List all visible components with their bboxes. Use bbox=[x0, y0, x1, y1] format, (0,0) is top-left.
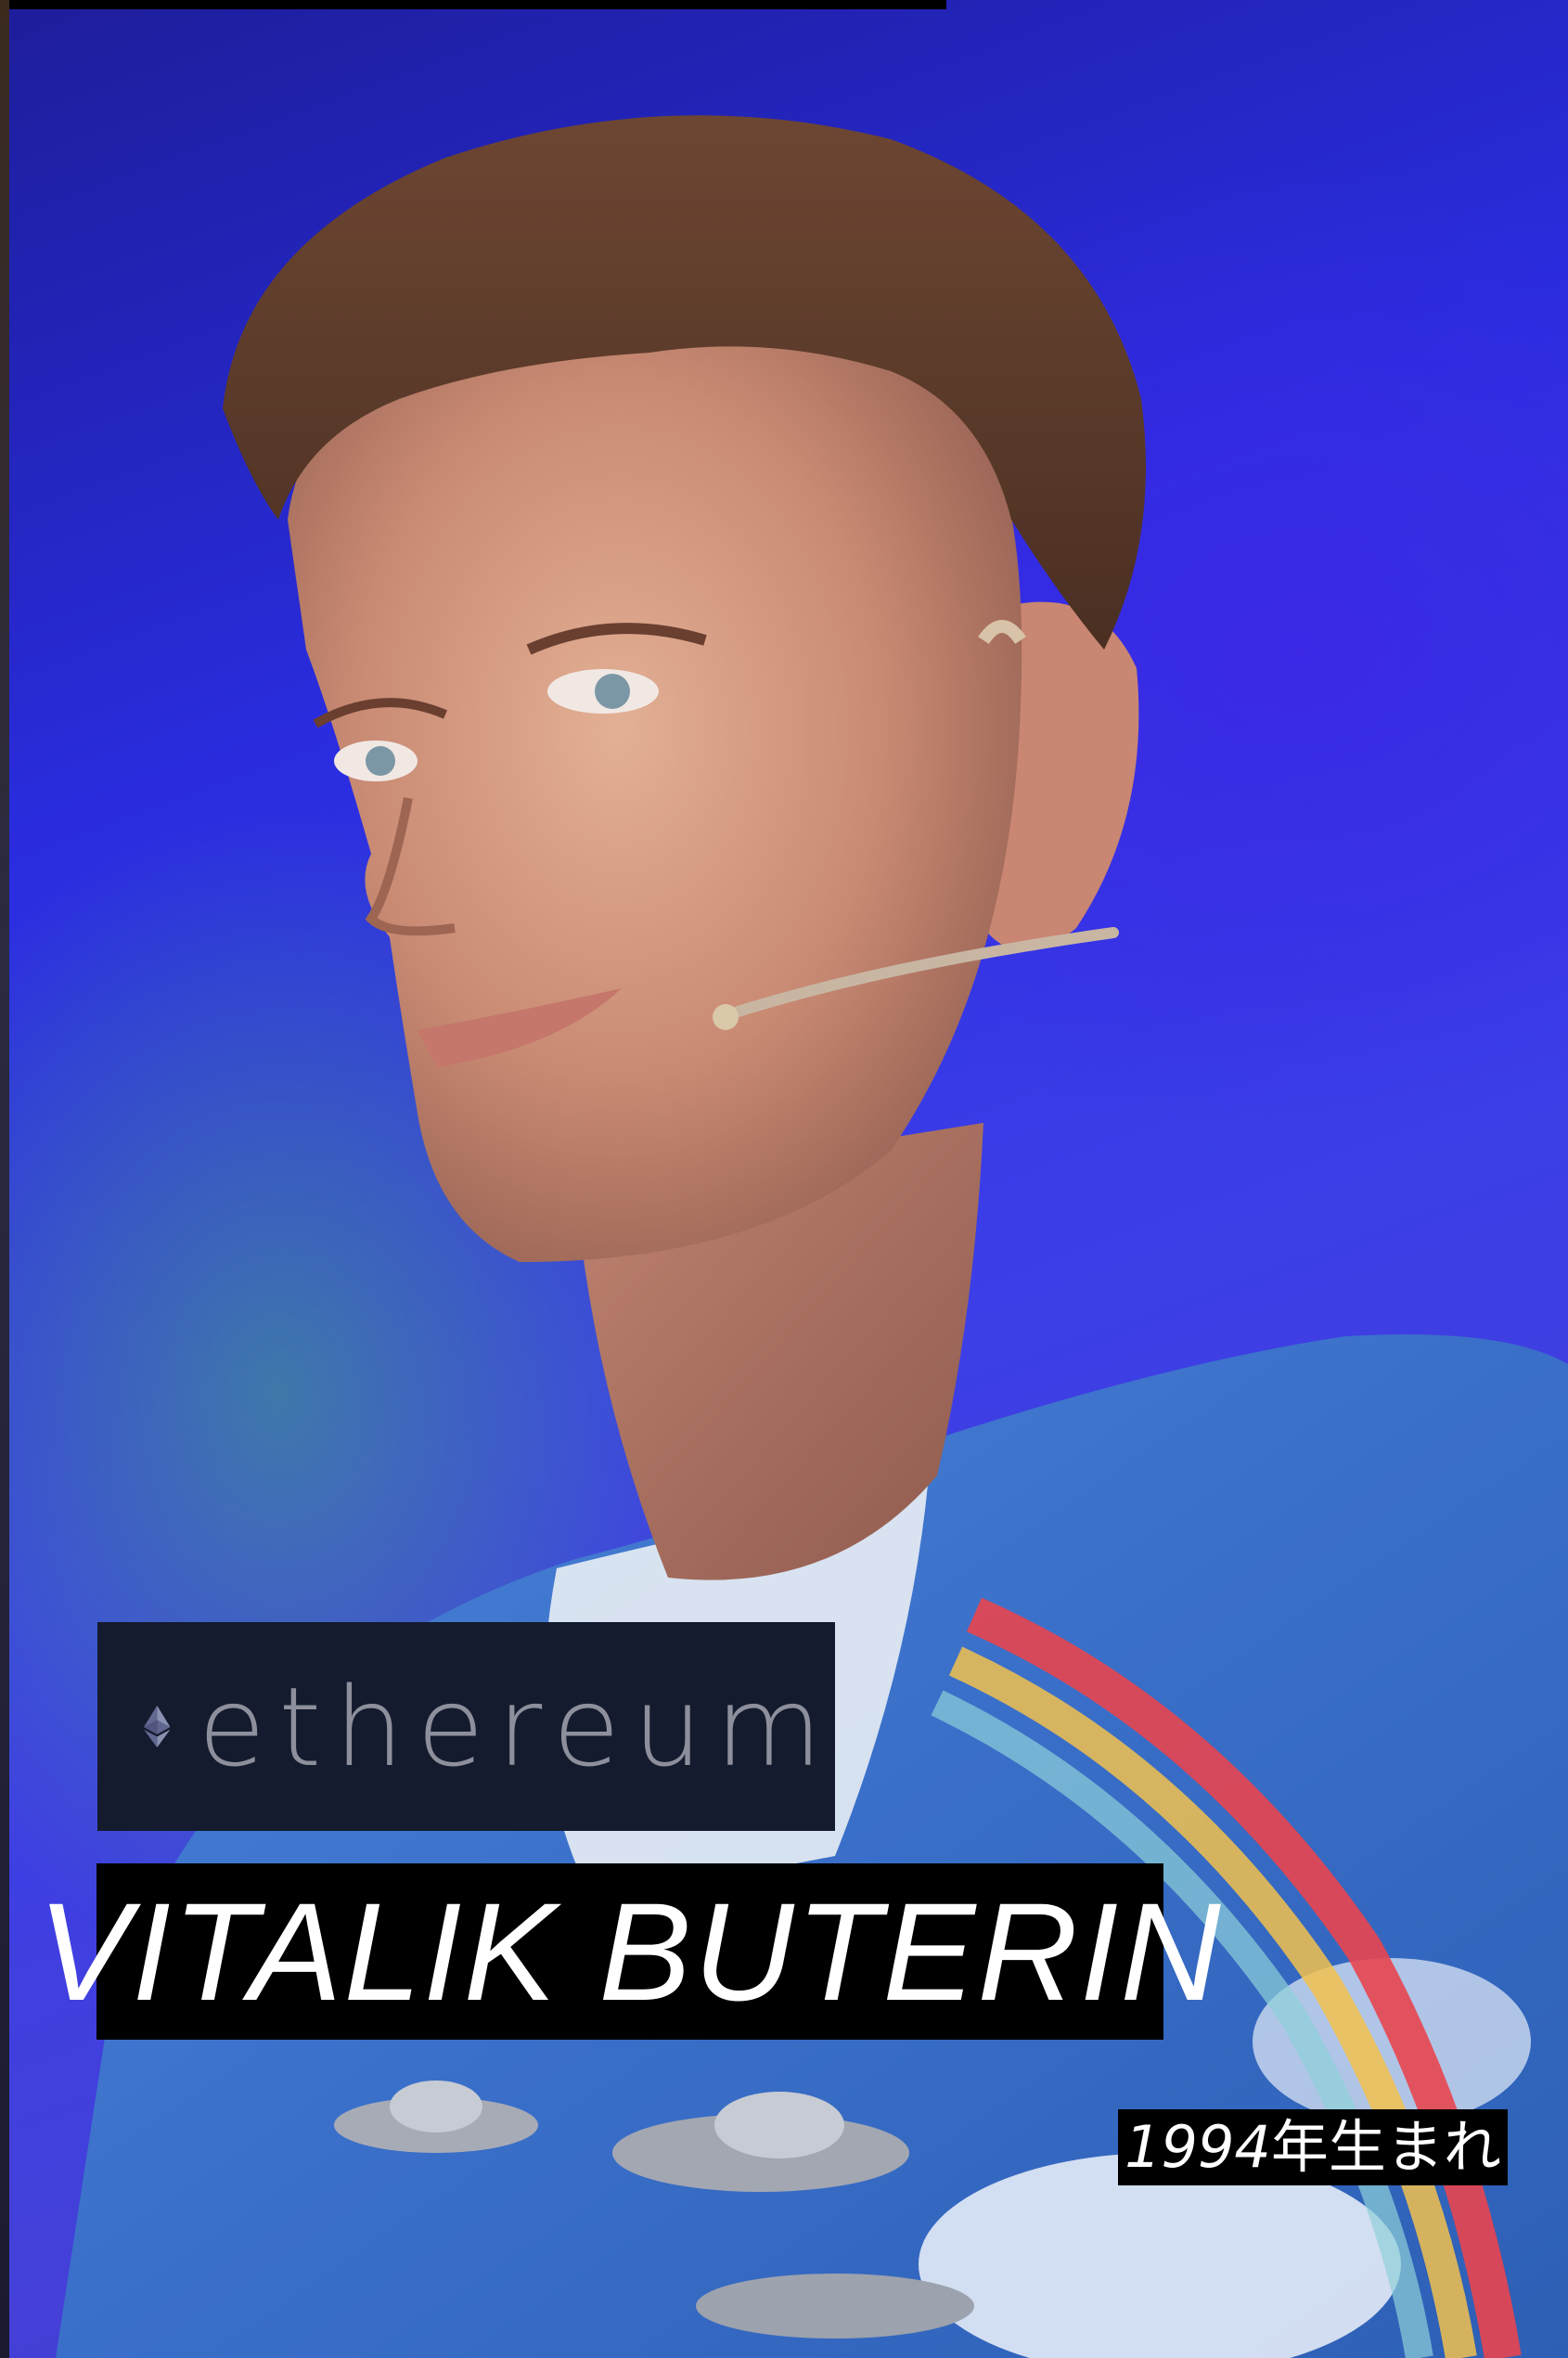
ethereum-wordmark: ethereum bbox=[198, 1662, 835, 1791]
name-label-box: VITALIK BUTERIN bbox=[37, 1863, 1221, 2040]
birth-label-box: 1994年生まれ bbox=[1118, 2109, 1508, 2185]
poster: ethereum VITALIK BUTERIN 1994年生まれ bbox=[0, 0, 1568, 2358]
person-name: VITALIK BUTERIN bbox=[37, 1874, 1223, 2029]
birth-suffix: 年生まれ bbox=[1270, 2113, 1501, 2181]
birth-text: 1994年生まれ bbox=[1125, 2119, 1501, 2176]
ethereum-logo-box: ethereum bbox=[97, 1622, 835, 1831]
birth-year: 1994 bbox=[1125, 2113, 1271, 2181]
shirt-ufo bbox=[696, 2274, 974, 2339]
ethereum-diamond-icon bbox=[144, 1705, 171, 1748]
